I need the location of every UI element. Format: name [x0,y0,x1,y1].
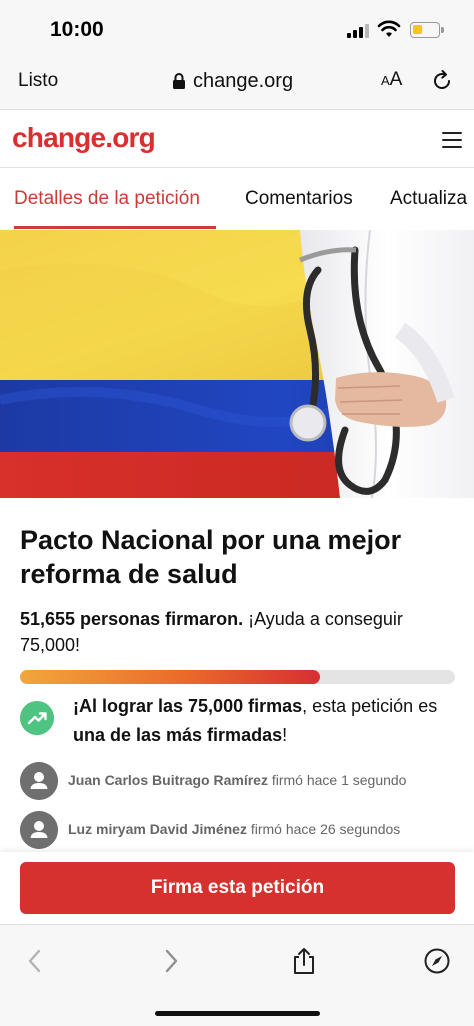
tab-details[interactable]: Detalles de la petición [14,188,200,210]
reload-icon[interactable] [430,69,454,93]
status-bar: 10:00 [0,0,474,58]
battery-icon [410,22,444,38]
hamburger-menu-icon[interactable] [442,132,462,148]
signature-progress-fill [20,670,320,684]
chevron-left-icon[interactable] [22,947,48,975]
tab-comments[interactable]: Comentarios [245,188,353,210]
petition-hero-image [0,230,474,498]
done-button[interactable]: Listo [18,70,58,92]
compass-icon[interactable] [424,947,450,975]
lock-icon [173,73,185,89]
milestone-message: ¡Al lograr las 75,000 firmas, esta petic… [73,696,438,745]
site-logo[interactable]: change.org [12,122,156,154]
browser-toolbar [0,924,474,1026]
signature-count-bold: 51,655 personas firmaron. [20,609,244,629]
recent-signer-item: Juan Carlos Buitrago Ramírez firmó hace … [20,762,465,800]
trending-up-icon [20,701,54,735]
recent-signer-item: Luz miryam David Jiménez firmó hace 26 s… [20,811,465,849]
sign-petition-button[interactable]: Firma esta petición [20,862,455,914]
browser-address-bar: Listo change.org AA [0,58,474,110]
tab-updates[interactable]: Actualiza [390,188,467,210]
user-avatar-icon [20,762,58,800]
home-indicator [155,1011,320,1016]
sign-petition-bar: Firma esta petición [0,852,474,924]
wifi-icon [377,20,401,37]
chevron-right-icon[interactable] [158,947,184,975]
signature-count: 51,655 personas firmaron. ¡Ayuda a conse… [20,606,460,658]
recent-signer-text: Juan Carlos Buitrago Ramírez firmó hace … [68,772,407,788]
share-icon[interactable] [291,947,317,975]
petition-tabs: Detalles de la petición Comentarios Actu… [0,168,474,230]
site-header: change.org [0,111,474,168]
user-avatar-icon [20,811,58,849]
text-size-button[interactable]: AA [381,69,402,91]
url-field[interactable]: change.org [172,68,293,94]
petition-title: Pacto Nacional por una mejor reforma de … [20,525,402,589]
active-tab-indicator [14,226,216,229]
recent-signer-text: Luz miryam David Jiménez firmó hace 26 s… [68,821,401,837]
signature-progress-bar [20,670,455,684]
cellular-signal-icon [347,24,371,38]
status-time: 10:00 [50,18,104,41]
url-text: change.org [193,69,294,92]
